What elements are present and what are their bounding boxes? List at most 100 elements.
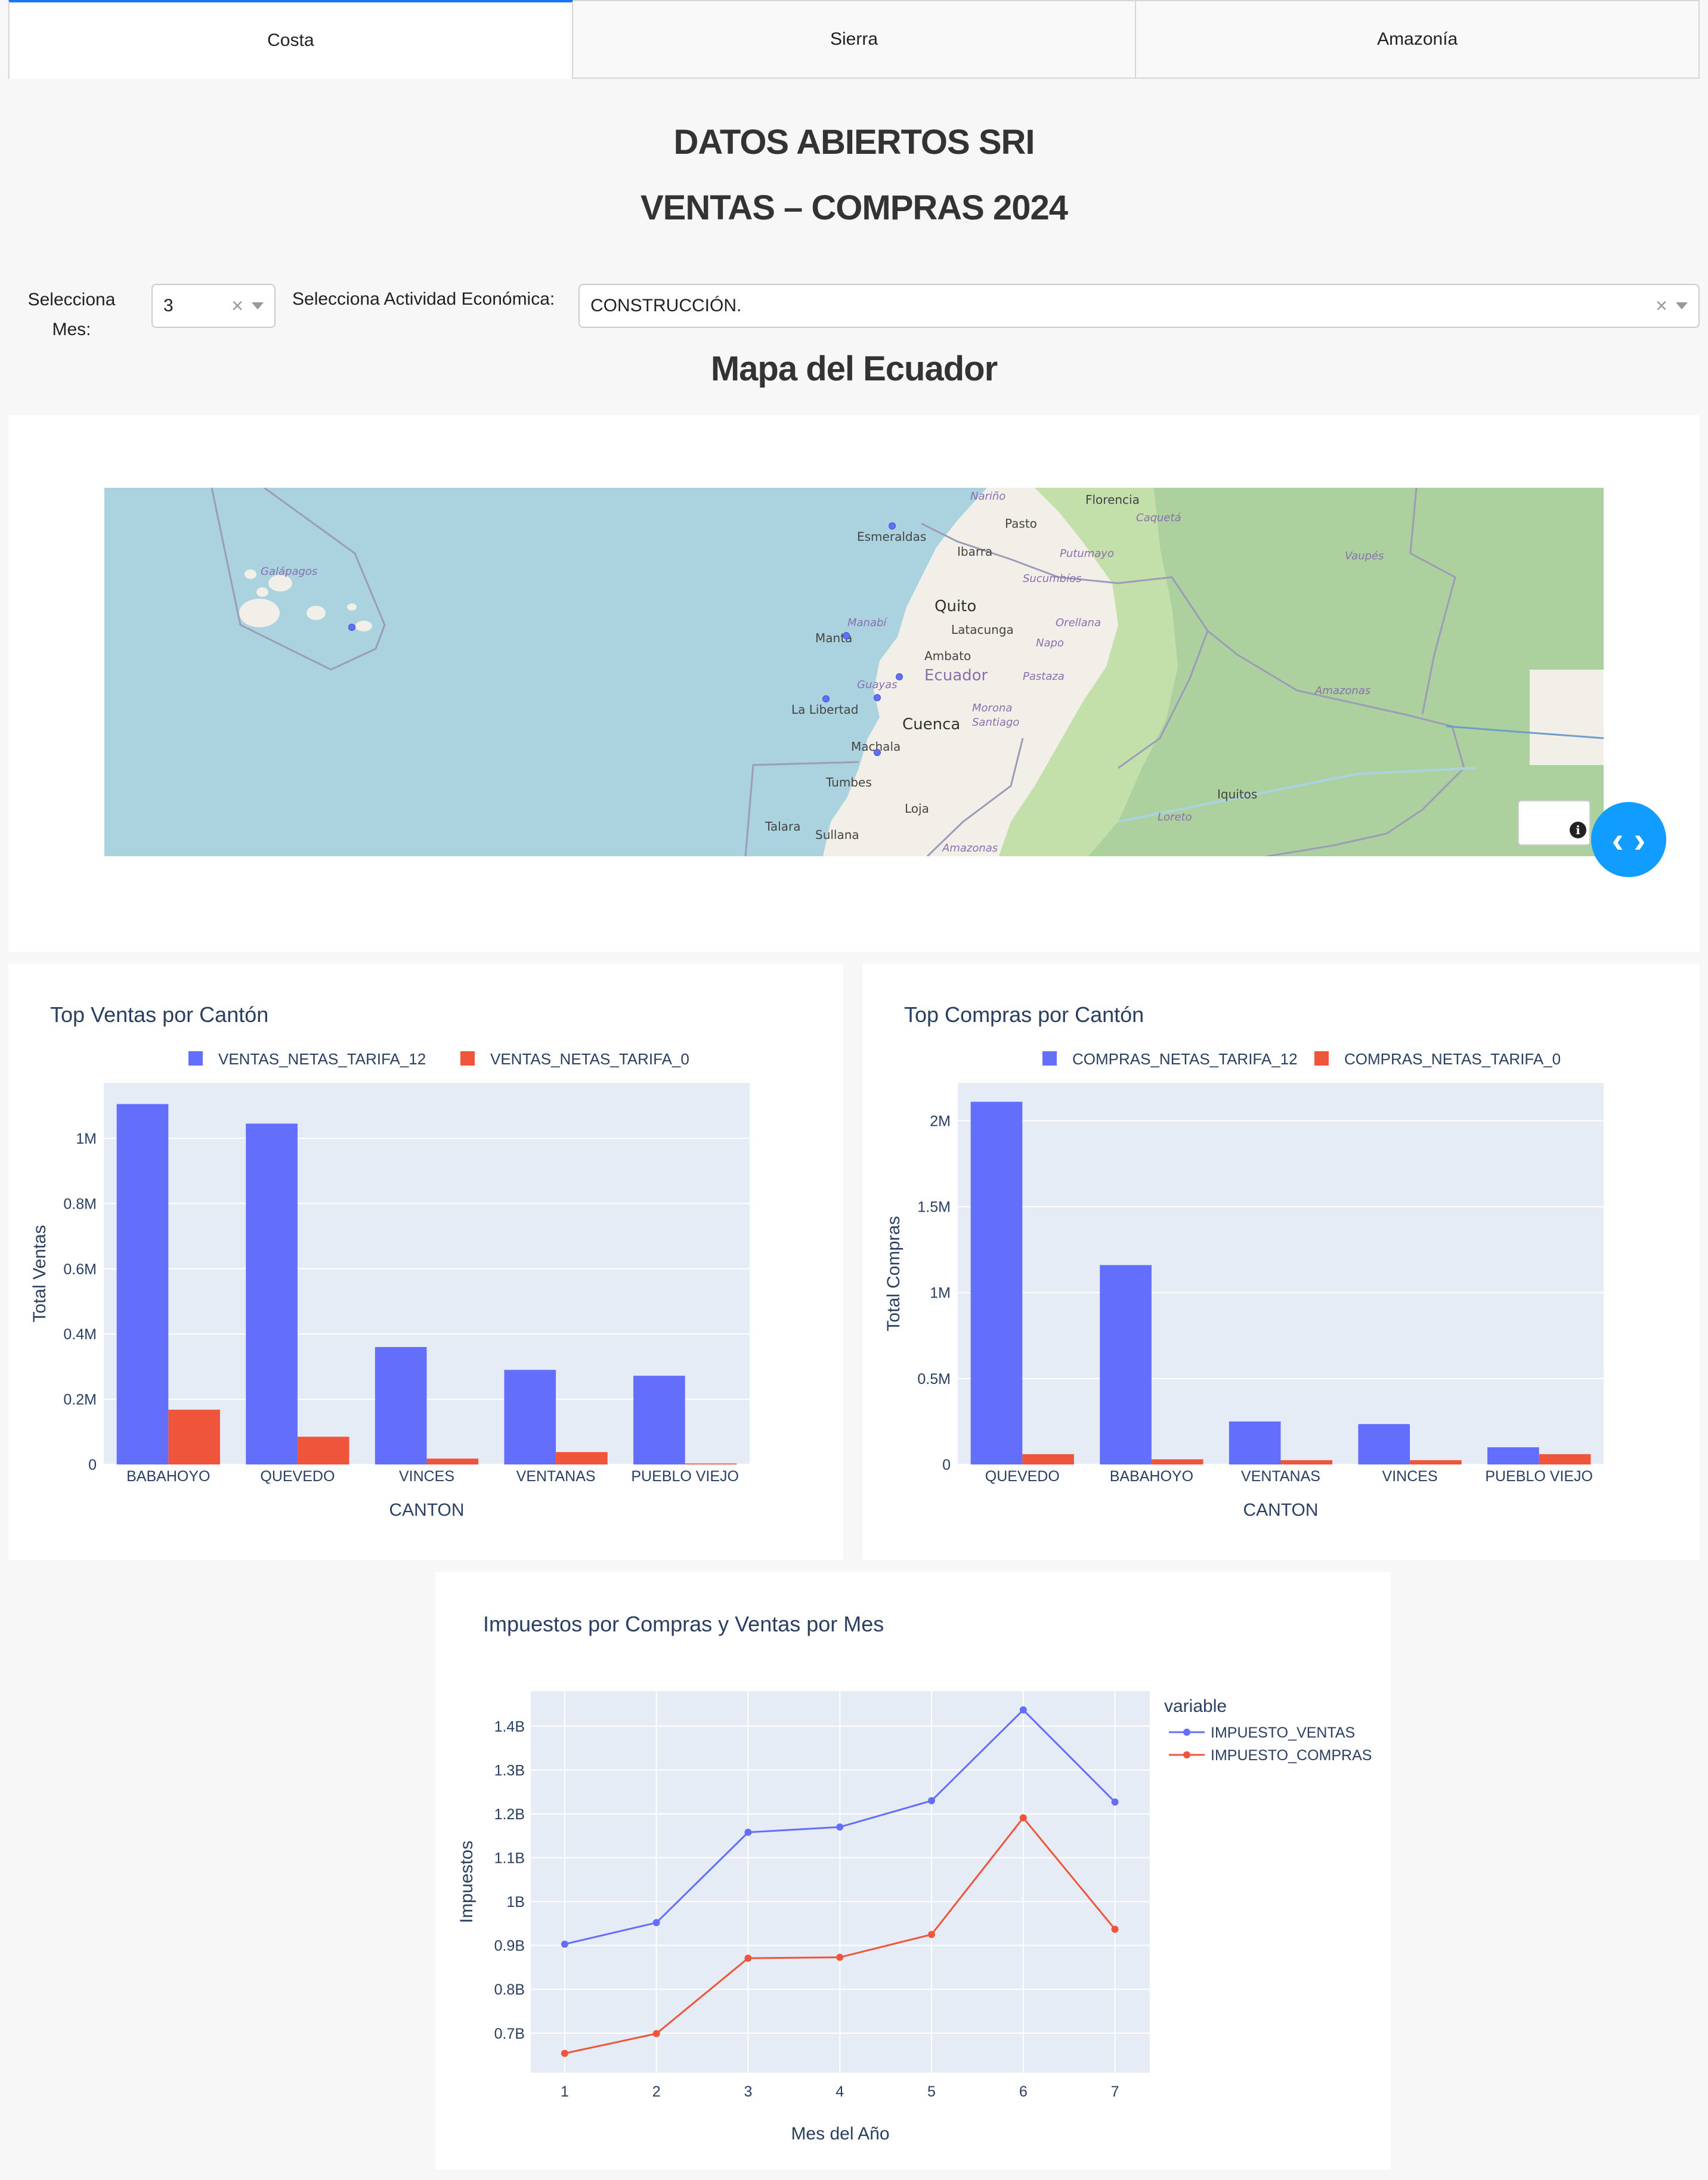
- bar: [1100, 1265, 1152, 1464]
- page-subtitle: VENTAS – COMPRAS 2024: [640, 188, 1068, 227]
- tab-label: Sierra: [830, 29, 878, 49]
- chevron-down-icon[interactable]: [252, 302, 264, 309]
- y-tick-label: 2M: [930, 1113, 951, 1129]
- map-marker[interactable]: [348, 624, 355, 631]
- y-tick-label: 0.8B: [494, 1981, 525, 1998]
- tab-amazonia[interactable]: Amazonía: [1136, 0, 1700, 79]
- map-label: Vaupés: [1345, 550, 1384, 562]
- x-tick-label: 1: [561, 2083, 569, 2100]
- y-tick-label: 1M: [76, 1131, 97, 1147]
- map-label: Amazonas: [942, 842, 998, 854]
- tab-label: Costa: [267, 30, 314, 50]
- map-title: Mapa del Ecuador: [710, 349, 998, 388]
- map-label: Sullana: [815, 828, 859, 842]
- bar: [375, 1347, 427, 1464]
- map-marker[interactable]: [896, 673, 903, 680]
- legend-marker: [1183, 1751, 1190, 1758]
- data-point: [1111, 1798, 1119, 1806]
- activity-select[interactable]: CONSTRUCCIÓN. ×: [578, 284, 1700, 328]
- clear-icon[interactable]: ×: [1656, 295, 1667, 318]
- info-icon[interactable]: i: [1570, 822, 1586, 838]
- bar: [1280, 1460, 1333, 1464]
- y-tick-label: 0.9B: [494, 1938, 525, 1955]
- legend-label: IMPUESTO_COMPRAS: [1211, 1747, 1372, 1764]
- x-tick-label: BABAHOYO: [126, 1468, 210, 1485]
- y-tick-label: 0.8M: [63, 1196, 97, 1212]
- bar: [1358, 1424, 1410, 1464]
- map-label: Florencia: [1085, 493, 1140, 507]
- chart-title: Top Compras por Cantón: [904, 1002, 1144, 1027]
- bar: [556, 1452, 608, 1464]
- bar: [297, 1436, 349, 1464]
- map-label: Pasto: [1005, 516, 1037, 531]
- map-label: Quito: [935, 597, 977, 615]
- chart-title: Impuestos por Compras y Ventas por Mes: [483, 1612, 884, 1636]
- y-tick-label: 1.5M: [917, 1199, 951, 1216]
- x-tick-label: VENTANAS: [1241, 1468, 1320, 1485]
- x-axis-title: CANTON: [1243, 1500, 1318, 1520]
- legend-label: IMPUESTO_VENTAS: [1211, 1724, 1355, 1741]
- map-label: Galápagos: [261, 565, 318, 578]
- x-tick-label: 7: [1111, 2083, 1119, 2100]
- data-point: [561, 1940, 568, 1948]
- tab-label: Amazonía: [1377, 29, 1458, 49]
- compras-chart[interactable]: Top Compras por Cantón COMPRAS_NETAS_TARI…: [862, 964, 1700, 1560]
- tab-sierra[interactable]: Sierra: [573, 0, 1137, 79]
- x-tick-label: QUEVEDO: [985, 1468, 1060, 1485]
- tab-costa[interactable]: Costa: [8, 0, 573, 79]
- map-marker[interactable]: [889, 522, 896, 529]
- chevron-down-icon[interactable]: [1676, 302, 1688, 309]
- x-tick-label: 3: [744, 2083, 753, 2100]
- map-label: Caquetá: [1136, 512, 1181, 524]
- map-marker[interactable]: [822, 695, 830, 702]
- map-label: Orellana: [1056, 617, 1101, 629]
- bar: [246, 1123, 298, 1464]
- bar: [970, 1101, 1023, 1464]
- impuestos-chart[interactable]: Impuestos por Compras y Ventas por Mes 0.…: [435, 1572, 1391, 2169]
- month-select[interactable]: 3 ×: [151, 284, 276, 328]
- map-label: Talara: [765, 819, 801, 834]
- map-marker[interactable]: [843, 632, 850, 639]
- data-point: [744, 1828, 752, 1836]
- legend-label: VENTAS_NETAS_TARIFA_12: [218, 1050, 426, 1068]
- map-label: Nariño: [970, 490, 1006, 503]
- map-marker[interactable]: [874, 749, 881, 756]
- map-label: Latacunga: [951, 623, 1014, 637]
- map-label: Esmeraldas: [857, 529, 927, 544]
- clear-icon[interactable]: ×: [231, 295, 243, 318]
- x-tick-label: PUEBLO VIEJO: [631, 1468, 739, 1485]
- map-marker[interactable]: [874, 694, 881, 701]
- bar: [116, 1104, 169, 1464]
- bar: [1022, 1454, 1074, 1464]
- map-label: Tumbes: [826, 775, 872, 789]
- ventas-chart[interactable]: Top Ventas por Cantón VENTAS_NETAS_TARIFA…: [8, 964, 843, 1560]
- ecuador-map[interactable]: Galápagos Esmeraldas Ibarra Quito Latacu…: [104, 488, 1604, 856]
- bar: [633, 1376, 685, 1464]
- legend-swatch: [1314, 1051, 1329, 1066]
- y-tick-label: 0: [88, 1457, 97, 1473]
- y-axis-title: Total Ventas: [30, 1225, 49, 1322]
- map-label: Iquitos: [1217, 787, 1258, 801]
- map-label: Pastaza: [1023, 670, 1065, 683]
- map-label: Loja: [905, 801, 929, 816]
- map-label: Putumayo: [1060, 547, 1114, 560]
- map-label: Ambato: [924, 649, 971, 663]
- y-tick-label: 0.7B: [494, 2026, 525, 2042]
- compras-panel: Top Compras por Cantón COMPRAS_NETAS_TARI…: [862, 964, 1700, 1560]
- map-label: La Libertad: [791, 702, 859, 717]
- bar: [1229, 1421, 1281, 1464]
- x-tick-label: BABAHOYO: [1110, 1468, 1193, 1485]
- x-tick-label: VINCES: [1382, 1468, 1438, 1485]
- map-label: Loreto: [1158, 811, 1192, 823]
- activity-label: Selecciona Actividad Económica:: [292, 289, 555, 309]
- data-point: [744, 1955, 752, 1962]
- plot-area: [958, 1083, 1604, 1464]
- data-point: [836, 1823, 844, 1831]
- bar: [1539, 1454, 1591, 1464]
- activity-select-value: CONSTRUCCIÓN.: [590, 296, 742, 315]
- dev-tools-toggle-button[interactable]: ‹ ›: [1591, 802, 1666, 877]
- map-tiles: [211, 488, 1604, 856]
- legend-title: variable: [1164, 1696, 1227, 1716]
- month-select-value: 3: [163, 296, 174, 315]
- y-axis-title: Impuestos: [457, 1841, 476, 1923]
